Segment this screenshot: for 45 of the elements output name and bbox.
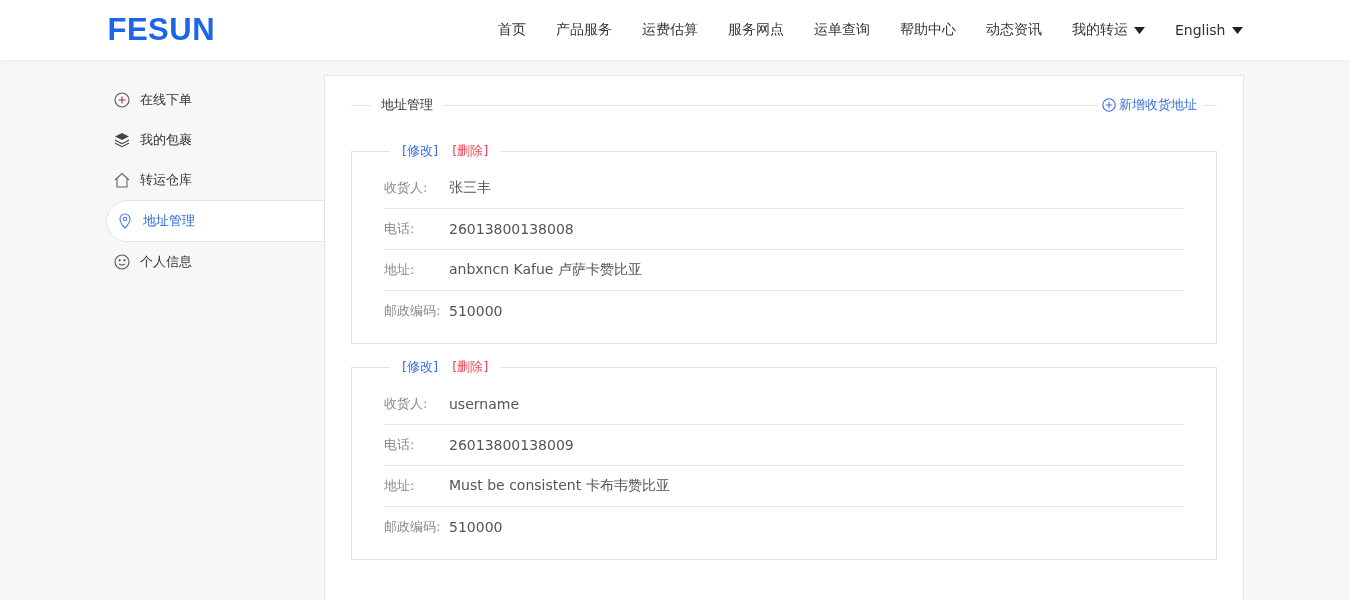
- caret-icon: [1231, 26, 1243, 34]
- field-label: 电话:: [384, 436, 416, 454]
- field-value: Must be consistent 卡布韦赞比亚: [449, 477, 670, 495]
- nav-link[interactable]: 产品服务: [525, 21, 612, 39]
- field-value: 510000: [449, 303, 503, 319]
- field-label: 收货人:: [384, 395, 429, 413]
- field-label: 地址:: [384, 477, 416, 495]
- nav-link[interactable]: 服务网点: [697, 21, 784, 39]
- nav-link[interactable]: 运费估算: [611, 21, 698, 39]
- sidebar-item[interactable]: 个人信息: [106, 242, 324, 282]
- nav-link[interactable]: 首页: [497, 21, 526, 39]
- field-label: 收货人:: [384, 179, 429, 197]
- field-label: 邮政编码:: [384, 302, 442, 320]
- nav-link[interactable]: 我的转运: [1041, 21, 1145, 39]
- plus-circle-icon: [1102, 98, 1116, 112]
- add-address-link[interactable]: 新增收货地址: [1102, 96, 1197, 114]
- layers-icon: [114, 132, 130, 148]
- nav-link[interactable]: English: [1144, 22, 1243, 38]
- field-label: 地址:: [384, 261, 416, 279]
- nav-link[interactable]: 动态资讯: [955, 21, 1042, 39]
- field-value: 26013800138008: [449, 221, 574, 237]
- field-label: 邮政编码:: [384, 518, 442, 536]
- delete-link[interactable]: [删除]: [452, 358, 489, 376]
- caret-icon: [1133, 26, 1145, 34]
- nav-link[interactable]: 帮助中心: [869, 21, 956, 39]
- field-label: 电话:: [384, 220, 416, 238]
- edit-link[interactable]: [修改]: [402, 358, 439, 376]
- edit-link[interactable]: [修改]: [402, 142, 439, 160]
- plus-circle-icon: [114, 92, 130, 108]
- field-value: 510000: [449, 519, 503, 535]
- section-title: 地址管理: [381, 96, 433, 114]
- sidebar-item[interactable]: 在线下单: [106, 80, 324, 120]
- sidebar-item[interactable]: 我的包裹: [106, 120, 324, 160]
- sidebar-item[interactable]: 地址管理: [106, 200, 324, 242]
- field-value: 26013800138009: [449, 437, 574, 453]
- field-value: username: [449, 396, 519, 412]
- field-value: anbxncn Kafue 卢萨卡赞比亚: [449, 261, 642, 279]
- sidebar-item[interactable]: 转运仓库: [106, 160, 324, 200]
- smiley-icon: [114, 254, 130, 270]
- location-pin-icon: [117, 213, 133, 229]
- house-icon: [114, 172, 130, 188]
- field-value: 张三丰: [449, 179, 491, 197]
- nav-link[interactable]: 运单查询: [783, 21, 870, 39]
- logo[interactable]: FESUN: [107, 12, 216, 48]
- delete-link[interactable]: [删除]: [452, 142, 489, 160]
